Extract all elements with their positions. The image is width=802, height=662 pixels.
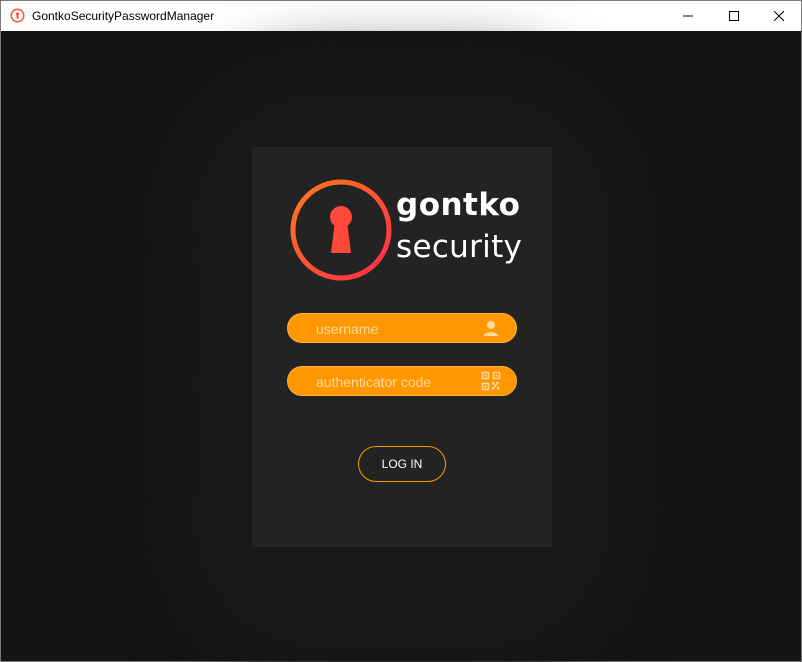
login-button[interactable]: LOG IN [358, 446, 446, 482]
brand-name-bottom: security [396, 229, 523, 265]
close-icon [774, 11, 784, 21]
username-input[interactable] [316, 319, 476, 339]
app-window: GontkoSecurityPasswordManager gontko sec… [0, 0, 802, 662]
maximize-icon [729, 11, 739, 21]
client-area: gontko security username authenticator c… [1, 31, 801, 661]
app-icon [10, 8, 25, 23]
authenticator-code-input[interactable] [316, 372, 476, 392]
title-bar[interactable]: GontkoSecurityPasswordManager [1, 1, 801, 31]
brand-name-top: gontko [396, 187, 521, 223]
window-title: GontkoSecurityPasswordManager [32, 9, 215, 23]
keyhole-icon [290, 179, 392, 281]
minimize-button[interactable] [665, 1, 711, 31]
brand-logo: gontko security [288, 177, 522, 285]
qr-code-icon [481, 371, 501, 391]
close-button[interactable] [756, 1, 802, 31]
minimize-icon [683, 15, 693, 17]
user-icon [483, 321, 499, 336]
login-card: gontko security username authenticator c… [252, 147, 552, 547]
username-field[interactable] [287, 313, 517, 343]
authenticator-code-field[interactable] [287, 366, 517, 396]
maximize-button[interactable] [711, 1, 757, 31]
